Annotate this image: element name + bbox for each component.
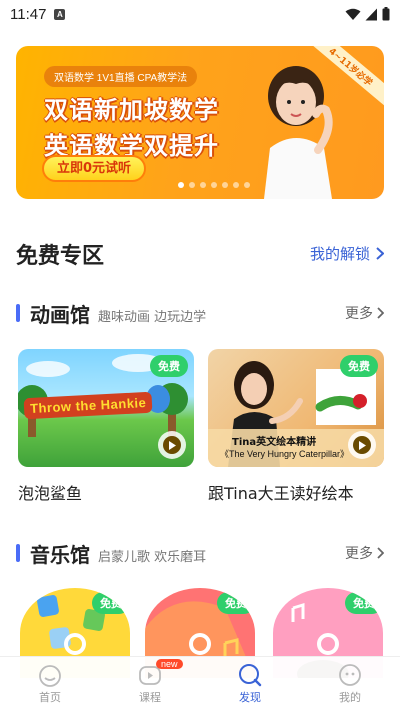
chevron-right-icon: [376, 247, 384, 260]
carousel-dot[interactable]: [233, 182, 239, 188]
wifi-icon: [345, 8, 361, 20]
carousel-dot[interactable]: [222, 182, 228, 188]
animation-more-link[interactable]: 更多: [345, 303, 384, 323]
my-unlock-link[interactable]: 我的解锁: [310, 243, 384, 264]
discover-icon: [239, 664, 262, 687]
carousel-dot[interactable]: [211, 182, 217, 188]
status-right: [345, 7, 390, 21]
play-button[interactable]: [158, 431, 186, 459]
banner-headline-1: 双语新加坡数学: [44, 96, 219, 124]
nav-home[interactable]: 首页: [0, 657, 100, 711]
more-label: 更多: [345, 546, 373, 562]
animation-card[interactable]: Throw the Hankie 免费: [18, 349, 194, 467]
play-button[interactable]: [348, 431, 376, 459]
banner-tags: 双语数学 1V1直播 CPA教学法: [44, 66, 198, 87]
new-badge: new: [156, 659, 183, 669]
music-more-link[interactable]: 更多: [345, 543, 384, 563]
nav-discover-label: 发现: [239, 691, 261, 704]
girl-illustration: [264, 66, 333, 199]
nav-home-label: 首页: [39, 691, 61, 704]
animation-card[interactable]: Tina英文绘本精讲 《The Very Hungry Caterpillar》…: [208, 349, 384, 467]
nav-course-label: 课程: [139, 691, 161, 704]
section-accent-bar: [16, 304, 20, 322]
free-badge: 免费: [150, 355, 188, 377]
carousel-dot[interactable]: [244, 182, 250, 188]
status-bar: 11:47 A: [0, 0, 400, 28]
chevron-right-icon: [377, 547, 384, 559]
free-badge: 免费: [340, 355, 378, 377]
section-accent-bar: [16, 544, 20, 562]
carousel-indicator: [178, 182, 250, 188]
home-icon: [39, 665, 61, 687]
animation-card-title[interactable]: 泡泡鲨鱼: [18, 480, 82, 504]
free-badge: 免费: [92, 592, 130, 614]
play-icon: [353, 436, 371, 454]
nav-course[interactable]: 课程 new: [100, 657, 200, 711]
animation-section-subtitle: 趣味动画 边玩边学: [98, 309, 207, 325]
trial-button[interactable]: 立即0元试听: [42, 155, 146, 182]
nav-profile-label: 我的: [339, 691, 361, 704]
free-badge: 免费: [345, 592, 383, 614]
music-section-subtitle: 启蒙儿歌 欢乐磨耳: [98, 549, 207, 565]
battery-icon: [382, 7, 390, 21]
music-section-title: 音乐馆: [30, 542, 90, 567]
thumbnail-caption-1: Tina英文绘本精讲: [232, 437, 317, 448]
notification-icon: A: [54, 8, 66, 20]
promo-banner[interactable]: 双语数学 1V1直播 CPA教学法 双语新加坡数学 英语数学双提升 立即0元试听…: [16, 46, 384, 199]
animation-section-title: 动画馆: [30, 302, 90, 327]
nav-discover[interactable]: 发现: [200, 657, 300, 711]
nav-profile[interactable]: 我的: [300, 657, 400, 711]
profile-icon: [339, 664, 361, 686]
thumbnail-caption-2: 《The Very Hungry Caterpillar》: [220, 449, 350, 459]
status-time: 11:47: [10, 5, 47, 23]
signal-icon: [365, 8, 377, 20]
chevron-right-icon: [377, 307, 384, 319]
my-unlock-label: 我的解锁: [309, 245, 370, 263]
more-label: 更多: [345, 306, 373, 322]
carousel-dot[interactable]: [189, 182, 195, 188]
animation-section-header: 动画馆 趣味动画 边玩边学 更多: [16, 299, 384, 327]
free-badge: 免费: [217, 592, 255, 614]
music-section-header: 音乐馆 启蒙儿歌 欢乐磨耳 更多: [16, 539, 384, 567]
animation-card-title[interactable]: 跟Tina大王读好绘本: [208, 480, 354, 504]
discover-page: 11:47 A 双语数学 1V1直播 CPA教学法 双语新加坡数学 英语数学双提…: [0, 0, 400, 711]
free-zone-title: 免费专区: [16, 244, 105, 269]
carousel-dot[interactable]: [200, 182, 206, 188]
bottom-nav: 首页 课程 new 发现 我的: [0, 656, 400, 711]
carousel-dot[interactable]: [178, 182, 184, 188]
play-icon: [163, 436, 181, 454]
